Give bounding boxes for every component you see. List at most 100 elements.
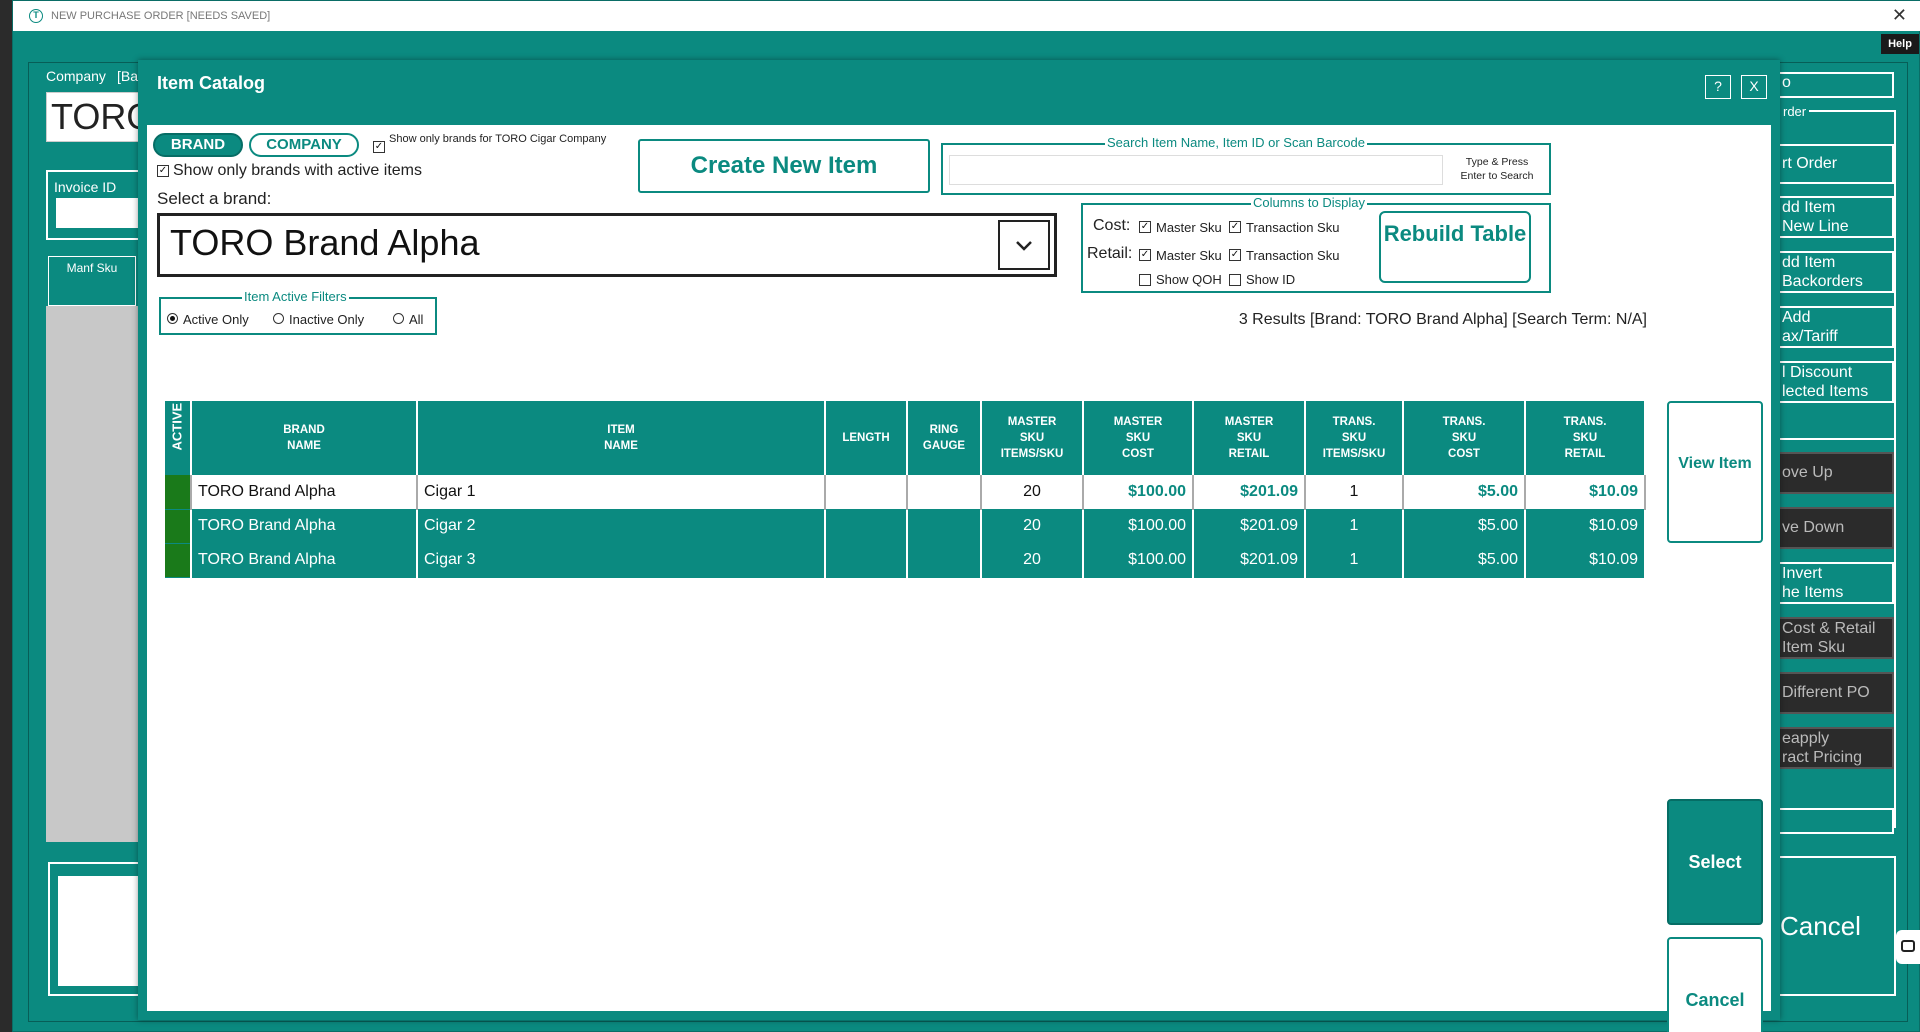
bg-btn-discount[interactable]: l Discount lected Items xyxy=(1774,361,1894,403)
col-ring-gauge[interactable]: RING GAUGE xyxy=(907,401,982,475)
search-hint-line2: Enter to Search xyxy=(1460,170,1534,182)
bg-btn-cost-retail[interactable]: Cost & Retail Item Sku xyxy=(1774,617,1894,659)
bg-btn-move-down[interactable]: ve Down xyxy=(1774,507,1894,549)
bg-btn-reapply[interactable]: eapply ract Pricing xyxy=(1774,727,1894,769)
bg-btn-invert[interactable]: Invert he Items xyxy=(1774,562,1894,604)
active-filters-legend: Item Active Filters xyxy=(242,289,349,304)
help-button[interactable]: Help xyxy=(1881,34,1919,54)
active-only-radio[interactable] xyxy=(167,313,178,324)
table-row[interactable]: TORO Brand Alpha Cigar 3 20 $100.00 $201… xyxy=(165,543,1646,578)
retail-transaction-sku-checkbox[interactable]: ✓ xyxy=(1229,249,1241,261)
cell-trans-retail: $10.09 xyxy=(1525,543,1646,578)
manf-sku-header: Manf Sku xyxy=(48,256,136,306)
cell-master-cost: $100.00 xyxy=(1083,509,1194,544)
brand-toggle[interactable]: BRAND xyxy=(153,133,243,157)
search-hint-line1: Type & Press xyxy=(1465,156,1529,168)
col-active[interactable]: ACTIVE xyxy=(165,401,192,475)
retail-label: Retail: xyxy=(1087,245,1133,262)
cost-transaction-sku-checkbox[interactable]: ✓ xyxy=(1229,221,1241,233)
cell-ring-gauge xyxy=(907,509,982,544)
cell-master-items: 20 xyxy=(981,509,1084,544)
bg-cancel-button[interactable]: Cancel xyxy=(1770,856,1896,996)
show-active-brands-checkbox[interactable]: ✓ xyxy=(157,165,169,177)
bg-btn-add-new-line[interactable]: dd Item New Line xyxy=(1774,196,1894,238)
invoice-id-input[interactable] xyxy=(56,198,140,228)
col-trans-sku-retail[interactable]: TRANS. SKU RETAIL xyxy=(1525,401,1646,475)
create-new-item-button[interactable]: Create New Item xyxy=(638,139,930,193)
show-qoh-checkbox[interactable] xyxy=(1139,274,1151,286)
table-row[interactable]: TORO Brand Alpha Cigar 1 20 $100.00 $201… xyxy=(165,475,1646,510)
table-row[interactable]: TORO Brand Alpha Cigar 2 20 $100.00 $201… xyxy=(165,509,1646,544)
dialog-close-button[interactable]: X xyxy=(1741,75,1767,99)
dialog-body: BRAND COMPANY ✓ Show only brands for TOR… xyxy=(141,119,1777,1032)
col-brand-name[interactable]: BRAND NAME xyxy=(191,401,418,475)
bg-field-bottom[interactable] xyxy=(1774,808,1894,834)
cell-trans-cost: $5.00 xyxy=(1403,475,1526,510)
dialog-title: Item Catalog xyxy=(157,73,266,93)
rebuild-table-button[interactable]: Rebuild Table xyxy=(1379,211,1531,283)
col-item-name[interactable]: ITEM NAME xyxy=(417,401,826,475)
show-active-brands-label: Show only brands with active items xyxy=(173,162,422,179)
invoice-id-label: Invoice ID xyxy=(54,179,117,195)
side-tab[interactable] xyxy=(1896,930,1920,964)
po-line-grid xyxy=(46,306,138,842)
show-id-checkbox[interactable] xyxy=(1229,274,1241,286)
select-brand-label: Select a brand: xyxy=(157,189,272,208)
bg-btn-move-up[interactable]: ove Up xyxy=(1774,452,1894,494)
col-master-sku-retail[interactable]: MASTER SKU RETAIL xyxy=(1193,401,1306,475)
chevron-down-icon xyxy=(1016,241,1032,251)
bg-btn-add-tax[interactable]: Add ax/Tariff xyxy=(1774,306,1894,348)
results-summary: 3 Results [Brand: TORO Brand Alpha] [Sea… xyxy=(1238,311,1647,328)
retail-master-sku-label: Master Sku xyxy=(1156,248,1222,263)
show-id-label: Show ID xyxy=(1246,272,1296,287)
cell-ring-gauge xyxy=(907,543,982,578)
active-indicator xyxy=(165,475,192,510)
company-toggle[interactable]: COMPANY xyxy=(249,133,359,157)
brand-select[interactable]: TORO Brand Alpha xyxy=(157,213,1057,277)
cost-master-sku-checkbox[interactable]: ✓ xyxy=(1139,221,1151,233)
view-item-button[interactable]: View Item xyxy=(1667,401,1763,543)
active-indicator xyxy=(165,543,192,578)
cell-item: Cigar 1 xyxy=(417,475,826,510)
bg-top-right-field[interactable]: o xyxy=(1774,72,1894,98)
bg-btn-different-po[interactable]: Different PO xyxy=(1774,672,1894,714)
cell-master-retail: $201.09 xyxy=(1193,475,1306,510)
retail-master-sku-checkbox[interactable]: ✓ xyxy=(1139,249,1151,261)
cell-brand: TORO Brand Alpha xyxy=(191,475,418,510)
dialog-content: BRAND COMPANY ✓ Show only brands for TOR… xyxy=(147,125,1771,1032)
search-input[interactable] xyxy=(949,155,1443,185)
radio-selected-icon xyxy=(170,316,175,321)
cell-item: Cigar 3 xyxy=(417,543,826,578)
cell-item: Cigar 2 xyxy=(417,509,826,544)
cell-master-cost: $100.00 xyxy=(1083,475,1194,510)
cell-ring-gauge xyxy=(907,475,982,510)
all-radio[interactable] xyxy=(393,313,404,324)
item-catalog-dialog: Item Catalog ? X BRAND COMPANY ✓ Show on… xyxy=(138,60,1780,1032)
bg-btn-order[interactable]: rt Order xyxy=(1774,144,1894,184)
cancel-button[interactable]: Cancel xyxy=(1667,937,1763,1032)
col-trans-sku-items[interactable]: TRANS. SKU ITEMS/SKU xyxy=(1305,401,1404,475)
cell-trans-retail: $10.09 xyxy=(1525,475,1646,510)
cost-label: Cost: xyxy=(1093,217,1131,234)
brand-dropdown-button[interactable] xyxy=(998,220,1050,270)
notes-input[interactable] xyxy=(58,876,138,986)
company-label: Company xyxy=(46,68,106,84)
cell-master-retail: $201.09 xyxy=(1193,509,1306,544)
cell-master-items: 20 xyxy=(981,543,1084,578)
inactive-only-radio[interactable] xyxy=(273,313,284,324)
cell-length xyxy=(825,543,908,578)
col-length[interactable]: LENGTH xyxy=(825,401,908,475)
col-master-sku-cost[interactable]: MASTER SKU COST xyxy=(1083,401,1194,475)
chat-icon xyxy=(1901,940,1915,952)
dialog-header: Item Catalog ? X xyxy=(141,63,1777,119)
app-logo-icon: T xyxy=(29,9,43,23)
show-only-toro-checkbox[interactable]: ✓ xyxy=(373,141,385,153)
col-master-sku-items[interactable]: MASTER SKU ITEMS/SKU xyxy=(981,401,1084,475)
dialog-help-button[interactable]: ? xyxy=(1705,75,1731,99)
table-header-row: ACTIVE BRAND NAME ITEM NAME LENGTH RING … xyxy=(165,401,1646,475)
col-trans-sku-cost[interactable]: TRANS. SKU COST xyxy=(1403,401,1526,475)
cost-transaction-sku-label: Transaction Sku xyxy=(1246,220,1340,235)
bg-btn-add-backorders[interactable]: dd Item Backorders xyxy=(1774,251,1894,293)
window-close-icon[interactable]: ✕ xyxy=(1892,5,1907,26)
select-button[interactable]: Select xyxy=(1667,799,1763,925)
